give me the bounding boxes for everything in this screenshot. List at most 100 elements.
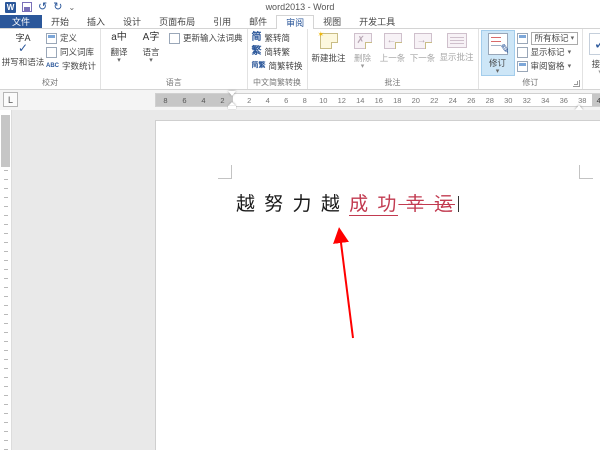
text-run-normal: 越 努 力 越 bbox=[236, 194, 349, 215]
hanging-indent-marker[interactable] bbox=[228, 102, 236, 110]
show-comments-button[interactable]: 显示批注 bbox=[438, 30, 476, 76]
group-tracking: ✎ 修订 ▾ 所有标记▾ 显示标记 ▾ 审阅窗格 ▾ bbox=[479, 29, 584, 89]
simplified-to-traditional-button[interactable]: 繁 简转繁 bbox=[252, 46, 303, 58]
ruler-number: 4 bbox=[194, 94, 213, 106]
all-markup-icon bbox=[517, 33, 528, 44]
update-ime-button[interactable]: 更新输入法词典 bbox=[169, 32, 243, 44]
accept-icon: ✓ bbox=[589, 33, 600, 55]
convert-button[interactable]: 简繁 简繁转换 bbox=[252, 60, 303, 72]
traditional-to-simplified-label: 繁转简 bbox=[265, 32, 291, 44]
track-changes-button[interactable]: ✎ 修订 ▾ bbox=[481, 30, 515, 76]
ruler-number: 12 bbox=[333, 94, 352, 106]
define-label: 定义 bbox=[60, 32, 77, 44]
tab-insert[interactable]: 插入 bbox=[78, 15, 114, 28]
tab-review[interactable]: 审阅 bbox=[276, 15, 314, 29]
paragraph-text[interactable]: 越 努 力 越 成 功 幸 运 bbox=[236, 189, 459, 216]
next-comment-icon: → bbox=[414, 33, 432, 49]
tab-page-layout[interactable]: 页面布局 bbox=[150, 15, 204, 28]
ruler-number: 40 bbox=[592, 94, 600, 106]
document-page[interactable]: 越 努 力 越 成 功 幸 运 bbox=[155, 120, 600, 450]
tab-mailings[interactable]: 邮件 bbox=[240, 15, 276, 28]
update-ime-icon bbox=[169, 33, 180, 44]
define-button[interactable]: 定义 bbox=[46, 32, 96, 44]
language-icon: A字 bbox=[143, 32, 160, 44]
traditional-to-simplified-icon: 简 bbox=[252, 32, 262, 44]
previous-comment-label: 上一条 bbox=[380, 52, 406, 64]
spelling-grammar-icon: 字A ✓ bbox=[11, 32, 35, 54]
ruler-margin-area: 8642 bbox=[156, 94, 233, 106]
group-label-language: 语言 bbox=[103, 77, 245, 89]
horizontal-ruler[interactable]: 8642 24681012141618202224262830323436384… bbox=[155, 93, 600, 107]
tab-view[interactable]: 视图 bbox=[314, 15, 350, 28]
traditional-to-simplified-button[interactable]: 简 繁转简 bbox=[252, 32, 303, 44]
thesaurus-button[interactable]: 同义词库 bbox=[46, 46, 96, 58]
tab-stop-selector[interactable]: L bbox=[3, 92, 18, 107]
ruler-number: 24 bbox=[444, 94, 463, 106]
spelling-grammar-label: 拼写和语法 bbox=[2, 56, 45, 68]
tab-home[interactable]: 开始 bbox=[42, 15, 78, 28]
tab-file[interactable]: 文件 bbox=[0, 15, 42, 28]
document-area: 越 努 力 越 成 功 幸 运 bbox=[0, 110, 600, 450]
reviewing-pane-button[interactable]: 审阅窗格 ▾ bbox=[517, 60, 579, 72]
group-language: a中 翻译 ▾ A字 语言 ▾ 更新输入法词典 语言 bbox=[101, 29, 248, 89]
group-label-proofing: 校对 bbox=[2, 77, 98, 89]
first-line-indent-marker[interactable] bbox=[228, 91, 236, 96]
translate-button[interactable]: a中 翻译 ▾ bbox=[103, 30, 135, 76]
tab-references[interactable]: 引用 bbox=[204, 15, 240, 28]
text-cursor bbox=[458, 196, 459, 212]
ruler-number: 30 bbox=[499, 94, 518, 106]
next-comment-button[interactable]: → 下一条 bbox=[408, 30, 438, 76]
group-changes: ✓ 接受 ▾ ✗ 拒绝 ▾ → 上一 → 下一 更改 bbox=[583, 29, 600, 89]
delete-comment-button[interactable]: ✗ 删除 ▾ bbox=[348, 30, 378, 76]
track-changes-icon: ✎ bbox=[488, 33, 508, 55]
new-comment-button[interactable]: ✶ 新建批注 bbox=[310, 30, 348, 76]
accept-button[interactable]: ✓ 接受 ▾ bbox=[585, 30, 600, 76]
pencil-glyph: ✎ bbox=[499, 41, 511, 57]
new-comment-icon: ✶ bbox=[320, 33, 338, 49]
tracking-dialog-launcher-icon[interactable] bbox=[573, 80, 580, 87]
previous-arrow-glyph: ← bbox=[387, 35, 397, 46]
ruler-number: 20 bbox=[407, 94, 426, 106]
spelling-grammar-button[interactable]: 字A ✓ 拼写和语法 bbox=[2, 30, 44, 76]
all-markup-caret: ▾ bbox=[571, 34, 575, 42]
spelling-check-glyph: ✓ bbox=[18, 43, 28, 53]
convert-label: 简繁转换 bbox=[269, 60, 303, 72]
margin-cropmark-top-left bbox=[218, 165, 232, 179]
ruler-number: 14 bbox=[351, 94, 370, 106]
previous-comment-icon: ← bbox=[384, 33, 402, 49]
ruler-number: 16 bbox=[370, 94, 389, 106]
word-count-button[interactable]: ABC 字数统计 bbox=[46, 60, 96, 72]
title-bar: W ↺ ↻ ⌄ word2013 - Word bbox=[0, 0, 600, 15]
ruler-numbers: 246810121416182022242628303234363840 bbox=[240, 94, 600, 106]
tab-design[interactable]: 设计 bbox=[114, 15, 150, 28]
ruler-number: 4 bbox=[259, 94, 278, 106]
translate-icon: a中 bbox=[111, 32, 127, 44]
ruler-number: 10 bbox=[314, 94, 333, 106]
language-button[interactable]: A字 语言 ▾ bbox=[135, 30, 167, 76]
window-title: word2013 - Word bbox=[0, 2, 600, 12]
delete-dropdown-icon: ▾ bbox=[361, 64, 365, 69]
ruler-number: 36 bbox=[555, 94, 574, 106]
margin-cropmark-top-right bbox=[579, 165, 593, 179]
all-markup-label: 所有标记 bbox=[535, 32, 569, 44]
ruler-number: 22 bbox=[425, 94, 444, 106]
update-ime-label: 更新输入法词典 bbox=[183, 32, 243, 44]
all-markup-dropdown[interactable]: 所有标记▾ bbox=[517, 32, 579, 44]
tab-developer[interactable]: 开发工具 bbox=[350, 15, 404, 28]
vertical-ruler[interactable] bbox=[0, 110, 12, 450]
thesaurus-label: 同义词库 bbox=[60, 46, 94, 58]
define-icon bbox=[46, 33, 57, 44]
group-label-comments: 批注 bbox=[310, 77, 476, 89]
vertical-ruler-margin bbox=[1, 115, 10, 167]
delete-cross-glyph: ✗ bbox=[357, 35, 365, 46]
show-markup-icon bbox=[517, 47, 528, 58]
next-arrow-glyph: → bbox=[417, 35, 427, 46]
previous-comment-button[interactable]: ← 上一条 bbox=[378, 30, 408, 76]
group-label-chinese-conversion: 中文简繁转换 bbox=[250, 77, 305, 89]
group-comments: ✶ 新建批注 ✗ 删除 ▾ ← 上一条 → 下一条 显示批注 批注 bbox=[308, 29, 479, 89]
show-markup-button[interactable]: 显示标记 ▾ bbox=[517, 46, 579, 58]
ruler-number: 6 bbox=[277, 94, 296, 106]
ribbon: 字A ✓ 拼写和语法 定义 同义词库 ABC 字数统计 bbox=[0, 29, 600, 90]
text-run-insertion: 成 功 bbox=[349, 194, 398, 216]
ruler-number: 18 bbox=[388, 94, 407, 106]
